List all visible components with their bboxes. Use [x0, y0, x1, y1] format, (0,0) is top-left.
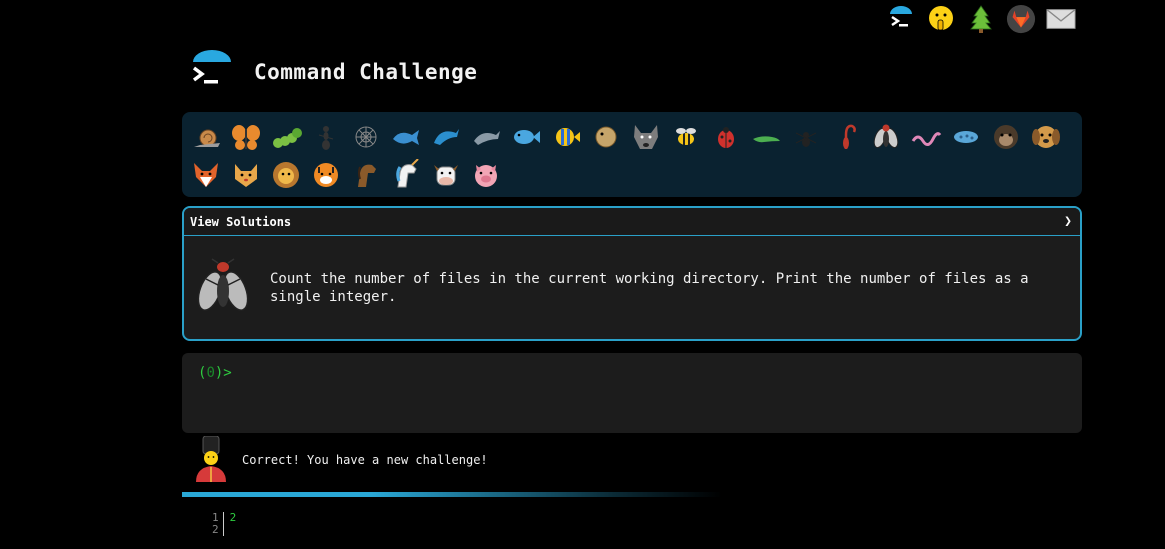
challenge-spider-web-icon[interactable] [346, 118, 386, 156]
page-title: Command Challenge [254, 60, 478, 84]
challenge-worm-icon[interactable] [906, 118, 946, 156]
challenge-fly-icon[interactable] [866, 118, 906, 156]
challenge-description: Count the number of files in the current… [270, 270, 1029, 305]
ant-icon [318, 126, 334, 150]
caterpillar-icon [273, 128, 302, 148]
feedback-text: Correct! You have a new challenge! [242, 453, 488, 467]
tiger-icon [314, 163, 338, 187]
dolphin-gray-icon [474, 131, 500, 145]
guard-icon [196, 436, 226, 482]
challenge-pig-icon[interactable] [466, 156, 506, 194]
microbe-icon [954, 131, 978, 143]
output-lines: 2 [224, 512, 237, 536]
challenge-microbe-icon[interactable] [946, 118, 986, 156]
bee-icon [676, 128, 696, 145]
scorpion-icon [843, 124, 856, 149]
challenge-unicorn-icon[interactable] [386, 156, 426, 194]
challenge-dog-icon[interactable] [1026, 118, 1066, 156]
blowfish-icon [595, 126, 617, 148]
gorilla-icon [994, 125, 1018, 149]
prompt-close: )> [214, 365, 232, 381]
top-nav [886, 4, 1076, 34]
line-number-gutter: 1 2 [212, 512, 224, 536]
lizard-icon [753, 136, 780, 143]
butterfly-icon [232, 125, 260, 150]
challenge-body: Count the number of files in the current… [184, 236, 1080, 339]
view-solutions-label: View Solutions [190, 214, 292, 229]
unicorn-icon [396, 159, 419, 188]
challenge-fox-icon[interactable] [186, 156, 226, 194]
terminal-logo-icon[interactable] [886, 4, 916, 34]
challenge-panel: View Solutions ❯ Count the number of fil… [182, 206, 1082, 341]
challenge-ant-icon[interactable] [306, 118, 346, 156]
challenge-gorilla-icon[interactable] [986, 118, 1026, 156]
challenge-lion-icon[interactable] [266, 156, 306, 194]
challenge-selector [182, 112, 1082, 197]
challenge-caterpillar-icon[interactable] [266, 118, 306, 156]
evergreen-tree-icon[interactable] [966, 4, 996, 34]
challenge-bee-icon[interactable] [666, 118, 706, 156]
challenge-spider-icon[interactable] [786, 118, 826, 156]
challenge-fish-icon[interactable] [506, 118, 546, 156]
terminal-prompt: (0)> [198, 365, 1066, 381]
pig-icon [475, 165, 497, 187]
view-solutions-toggle[interactable]: View Solutions ❯ [184, 208, 1080, 236]
challenge-dolphin-gray-icon[interactable] [466, 118, 506, 156]
page-header: Command Challenge [190, 50, 477, 94]
terminal-input[interactable]: (0)> [182, 353, 1082, 433]
challenge-blowfish-icon[interactable] [586, 118, 626, 156]
challenge-dolphin-blue-icon[interactable] [426, 118, 466, 156]
challenge-snail-icon[interactable] [186, 118, 226, 156]
tropical-fish-icon [556, 128, 580, 146]
spider-web-icon [355, 126, 377, 148]
challenge-ladybug-icon[interactable] [706, 118, 746, 156]
lion-icon [273, 162, 299, 188]
gitlab-icon[interactable] [1006, 4, 1036, 34]
challenge-cow-icon[interactable] [426, 156, 466, 194]
dog-icon [1032, 126, 1060, 148]
challenge-lizard-icon[interactable] [746, 118, 786, 156]
dolphin-blue-icon [434, 129, 459, 145]
cat-icon [235, 164, 257, 187]
challenge-horse-icon[interactable] [346, 156, 386, 194]
challenge-butterfly-icon[interactable] [226, 118, 266, 156]
feedback-message: Correct! You have a new challenge! [192, 436, 488, 484]
challenge-tropical-fish-icon[interactable] [546, 118, 586, 156]
app-logo-icon[interactable] [190, 50, 234, 94]
worm-icon [911, 132, 942, 146]
spider-icon [795, 132, 817, 147]
output-line: 2 [229, 511, 237, 524]
fly-icon [197, 257, 249, 311]
challenge-tiger-icon[interactable] [306, 156, 346, 194]
fox-icon [194, 163, 218, 187]
chevron-right-icon: ❯ [1064, 214, 1072, 229]
fly-icon [873, 124, 899, 149]
output-panel: 1 2 2 [212, 512, 236, 536]
challenge-cat-icon[interactable] [226, 156, 266, 194]
snail-icon [194, 129, 220, 147]
wolf-icon [634, 125, 658, 149]
challenge-wolf-icon[interactable] [626, 118, 666, 156]
shushing-face-icon[interactable] [926, 4, 956, 34]
ladybug-icon [718, 127, 734, 148]
horse-icon [358, 164, 376, 187]
challenge-scorpion-icon[interactable] [826, 118, 866, 156]
challenge-whale-icon[interactable] [386, 118, 426, 156]
fish-icon [514, 130, 540, 144]
prompt-count: 0 [206, 365, 215, 381]
whale-icon [393, 130, 419, 145]
line-number: 2 [212, 523, 219, 536]
progress-bar [182, 492, 722, 497]
envelope-icon[interactable] [1046, 4, 1076, 34]
cow-icon [434, 165, 458, 186]
